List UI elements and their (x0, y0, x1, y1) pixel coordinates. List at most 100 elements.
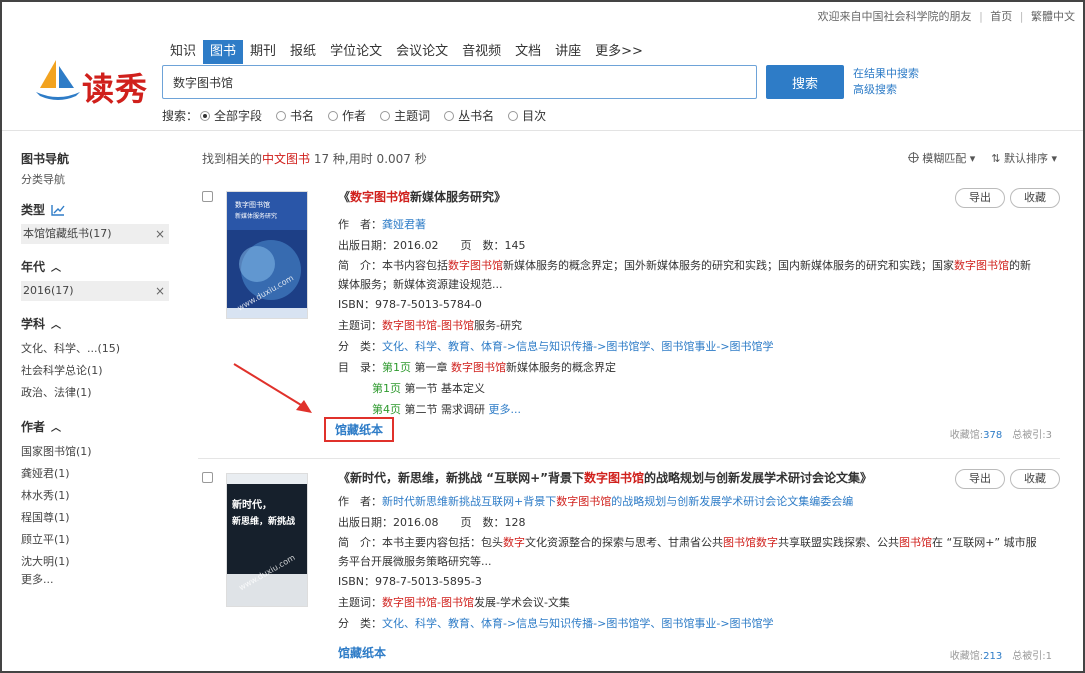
category-nav-link[interactable]: 分类导航 (21, 171, 169, 187)
scope-radio-label: 书名 (290, 109, 315, 123)
fuzzy-match-dropdown[interactable]: 模糊匹配 ▾ (907, 150, 975, 166)
year-filter-chip[interactable]: 2016(17) × (21, 281, 169, 301)
author-heading[interactable]: 作者 ︿ (21, 418, 169, 435)
tab-item[interactable]: 期刊 (243, 40, 283, 64)
author-link[interactable]: 新时代新思维新挑战互联网+背景下 (382, 495, 556, 508)
author-filter-item[interactable]: 龚娅君(1) (21, 463, 169, 485)
top-bar: 欢迎来自中国社会科学院的朋友 | 首页 | 繁體中文 (814, 8, 1075, 24)
language-link[interactable]: 繁體中文 (1031, 10, 1075, 23)
subject-filter-item[interactable]: 政治、法律(1) (21, 382, 169, 404)
collected-count[interactable]: 378 (983, 430, 1002, 441)
logo[interactable]: 读秀 (34, 58, 149, 108)
tab-item[interactable]: 更多>> (588, 40, 650, 64)
scope-radio[interactable]: 书名 (276, 107, 314, 124)
class-link[interactable]: 文化、科学、教育、体育->信息与知识传播->图书馆学、图书馆事业->图书馆学 (382, 617, 774, 630)
export-button[interactable]: 导出 (955, 469, 1005, 489)
toc-text: 第二节 需求调研 (401, 403, 489, 416)
search-button[interactable]: 搜索 (766, 65, 844, 99)
cited-label: 总被引: (1012, 651, 1046, 662)
favorite-button[interactable]: 收藏 (1010, 469, 1060, 489)
abstract-text: 文化资源整合的探索与思考、甘肃省公共 (525, 536, 723, 549)
abstract-label: 简 介： (338, 259, 382, 272)
author-title: 作者 (21, 420, 46, 434)
author-link[interactable]: 的战略规划与创新发展学术研讨会论文集编委会编 (611, 495, 853, 508)
tab-item[interactable]: 报纸 (283, 40, 323, 64)
type-filter-chip[interactable]: 本馆馆藏纸书(17) × (21, 224, 169, 244)
author-filter-item[interactable]: 林水秀(1) (21, 485, 169, 507)
search-in-results-link[interactable]: 在结果中搜索 (853, 66, 919, 82)
year-heading[interactable]: 年代 ︿ (21, 258, 169, 275)
subject-title: 学科 (21, 317, 46, 331)
favorite-button[interactable]: 收藏 (1010, 188, 1060, 208)
book-cover-art: 新时代， 新思维，新挑战 www.duxiu.com (227, 474, 307, 606)
isbn-row: ISBN：978-7-5013-5895-3 (338, 575, 482, 588)
class-link[interactable]: 文化、科学、教育、体育->信息与知识传播->图书馆学、图书馆事业->图书馆学 (382, 340, 774, 353)
tab-item[interactable]: 讲座 (548, 40, 588, 64)
result-title[interactable]: 《新时代，新思维，新挑战 “互联网+”背景下数字图书馆的战略规划与创新发展学术研… (338, 469, 1038, 486)
trend-chart-icon[interactable] (51, 204, 65, 216)
subject-heading[interactable]: 学科 ︿ (21, 315, 169, 332)
book-cover-image[interactable]: 数字图书馆 新媒体服务研究 www.duxiu.com (226, 191, 308, 319)
collected-count[interactable]: 213 (983, 651, 1002, 662)
holding-paper-link[interactable]: 馆藏纸本 (338, 644, 386, 661)
search-input[interactable] (163, 66, 756, 98)
year-filter-label: 2016(17) (23, 284, 74, 297)
scope-radio[interactable]: 主题词 (380, 107, 430, 124)
remove-filter-icon[interactable]: × (155, 281, 165, 301)
annotation-arrow-icon (233, 363, 312, 413)
book-cover-image[interactable]: 新时代， 新思维，新挑战 www.duxiu.com (226, 473, 308, 607)
author-filter-item[interactable]: 程国尊(1) (21, 507, 169, 529)
remove-filter-icon[interactable]: × (155, 224, 165, 244)
toc-page[interactable]: 第1页 (382, 361, 411, 374)
toc-page[interactable]: 第1页 (372, 382, 401, 395)
tab-item[interactable]: 音视频 (455, 40, 508, 64)
home-link[interactable]: 首页 (990, 10, 1012, 23)
cited-count: 1 (1045, 651, 1052, 662)
tab-item[interactable]: 知识 (163, 40, 203, 64)
author-filter-item[interactable]: 国家图书馆(1) (21, 441, 169, 463)
toc-text: 新媒体服务的概念界定 (506, 361, 616, 374)
advanced-search-link[interactable]: 高级搜索 (853, 82, 919, 98)
subject-list: 文化、科学、...(15) 社会科学总论(1) 政治、法律(1) (21, 338, 169, 404)
result-checkbox[interactable] (202, 472, 213, 483)
sort-order-dropdown[interactable]: ⇅ 默认排序 ▾ (991, 150, 1057, 166)
scope-radio[interactable]: 目次 (508, 107, 546, 124)
author-highlight[interactable]: 数字图书馆 (556, 495, 611, 508)
author-link[interactable]: 龚娅君著 (382, 218, 426, 231)
abstract-row: 简 介：本书主要内容包括：包头数字文化资源整合的探索与思考、甘肃省公共图书馆数字… (338, 533, 1038, 571)
result-checkbox[interactable] (202, 191, 213, 202)
scope-radio[interactable]: 作者 (328, 107, 366, 124)
holding-paper-link[interactable]: 馆藏纸本 (324, 417, 395, 442)
result-meta: 《数字图书馆新媒体服务研究》 作 者：龚娅君著 出版日期：2016.02 页 数… (338, 188, 1038, 420)
tab-item[interactable]: 会议论文 (389, 40, 455, 64)
toc-text: 第一章 (411, 361, 451, 374)
result-actions: 导出 收藏 (955, 188, 1060, 208)
author-filter-item[interactable]: 沈大明(1) (21, 551, 169, 573)
abstract-label: 简 介： (338, 536, 382, 549)
tab-item[interactable]: 学位论文 (323, 40, 389, 64)
toc-page[interactable]: 第4页 (372, 403, 401, 416)
result-title[interactable]: 《数字图书馆新媒体服务研究》 (338, 188, 1038, 205)
chevron-up-icon[interactable]: ︿ (51, 419, 61, 434)
subject-filter-item[interactable]: 社会科学总论(1) (21, 360, 169, 382)
chevron-up-icon[interactable]: ︿ (51, 316, 61, 331)
scope-radio-label: 全部字段 (214, 109, 263, 123)
sail-logo-icon (36, 60, 80, 100)
export-button[interactable]: 导出 (955, 188, 1005, 208)
scope-radio[interactable]: 丛书名 (444, 107, 494, 124)
separator: | (1019, 10, 1024, 23)
scope-radio[interactable]: 全部字段 (200, 107, 262, 124)
author-filter-item[interactable]: 顾立平(1) (21, 529, 169, 551)
isbn-row: ISBN：978-7-5013-5784-0 (338, 298, 482, 311)
tab-item[interactable]: 文档 (508, 40, 548, 64)
search-box[interactable] (162, 65, 757, 99)
subject-filter-item[interactable]: 文化、科学、...(15) (21, 338, 169, 360)
type-heading[interactable]: 类型 (21, 201, 169, 218)
date-value: 2016.08 (393, 516, 439, 529)
more-authors-link[interactable]: 更多... (21, 573, 169, 587)
abstract-highlight: 图书馆 (899, 536, 932, 549)
chevron-up-icon[interactable]: ︿ (51, 259, 61, 274)
toc-more-link[interactable]: 更多... (489, 403, 522, 416)
abstract-text: 共享联盟实践探索、公共 (778, 536, 899, 549)
tab-item[interactable]: 图书 (203, 40, 244, 64)
